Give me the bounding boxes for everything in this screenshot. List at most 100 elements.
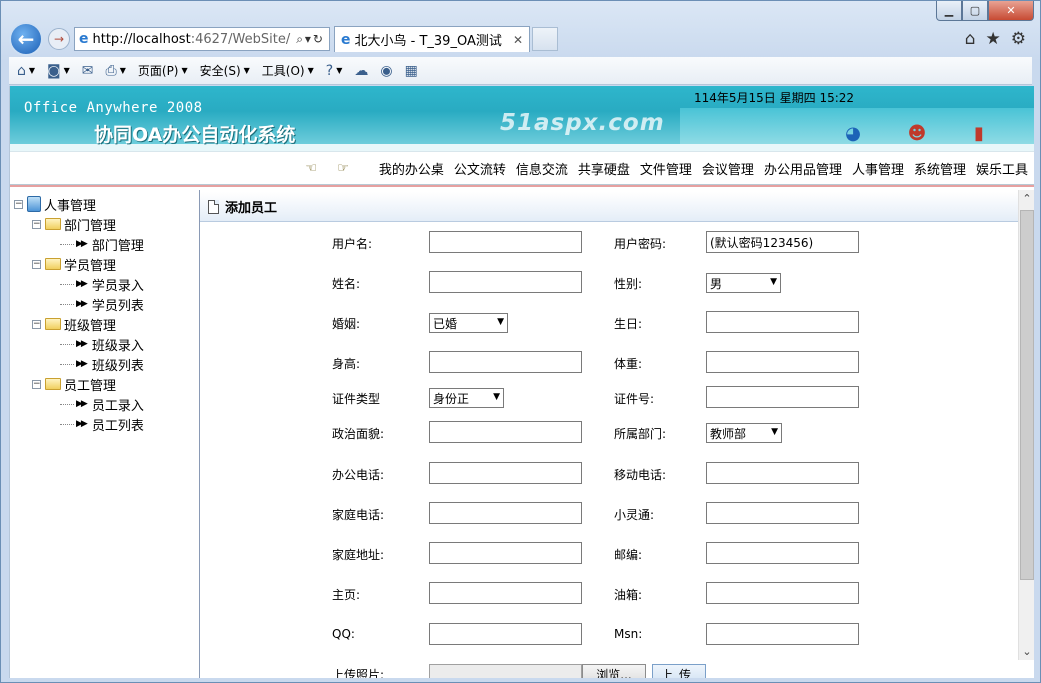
form-row: 上传照片: 浏览... 上传	[200, 662, 1019, 678]
nav-item-system[interactable]: 系统管理	[914, 159, 966, 178]
address-bar[interactable]: e http://localhost:4627/WebSite/ ⌕▾↻	[74, 27, 330, 51]
tree-group-class[interactable]: − 班级管理	[14, 314, 199, 334]
cmd-feeds[interactable]: ◙ ▼	[47, 63, 70, 79]
forward-button[interactable]: →	[48, 28, 70, 50]
page-viewport: Office Anywhere 2008 协同OA办公自动化系统 51aspx.…	[9, 86, 1034, 678]
birthday-input[interactable]	[706, 311, 859, 333]
tree-item-student-add[interactable]: ▶▶ 学员录入	[14, 274, 199, 294]
office-phone-input[interactable]	[429, 462, 582, 484]
hand-left-icon[interactable]: ☜	[306, 161, 318, 176]
qq-input[interactable]	[429, 623, 582, 645]
tab-close-icon[interactable]: ✕	[513, 33, 523, 47]
messenger-icon: ◉	[380, 62, 393, 79]
menu-tools[interactable]: 工具(O) ▼	[262, 62, 314, 79]
favorites-star-icon[interactable]: ★	[986, 29, 1001, 49]
upload-button[interactable]: 上传	[652, 664, 706, 678]
nav-item-fun[interactable]: 娱乐工具	[976, 159, 1028, 178]
nav-item-desk[interactable]: 我的办公桌	[379, 159, 444, 178]
tree-item-dept-manage[interactable]: ▶▶ 部门管理	[14, 234, 199, 254]
email-input[interactable]	[706, 582, 859, 604]
name-input[interactable]	[429, 271, 582, 293]
cmd-home[interactable]: ⌂ ▼	[17, 63, 35, 79]
phs-input[interactable]	[706, 502, 859, 524]
collapse-icon[interactable]: −	[32, 319, 41, 329]
password-input[interactable]	[706, 231, 859, 253]
cmd-mail[interactable]: ✉	[82, 63, 94, 79]
tree-group-student[interactable]: − 学员管理	[14, 254, 199, 274]
content-scrollbar[interactable]: ⌃ ⌄	[1018, 190, 1034, 660]
tree-group-staff[interactable]: − 员工管理	[14, 374, 199, 394]
scroll-thumb[interactable]	[1020, 210, 1034, 580]
zip-input[interactable]	[706, 542, 859, 564]
chevron-down-icon: ▼	[770, 277, 777, 287]
globe-user-icon[interactable]: ◕	[840, 120, 866, 146]
cmd-help[interactable]: ? ▼	[326, 63, 343, 79]
minimize-button[interactable]: ▁	[936, 1, 962, 21]
msn-input[interactable]	[706, 623, 859, 645]
nav-item-meeting[interactable]: 会议管理	[702, 159, 754, 178]
homepage-input[interactable]	[429, 582, 582, 604]
maximize-button[interactable]: ▢	[962, 1, 988, 21]
menu-page[interactable]: 页面(P) ▼	[138, 62, 188, 79]
collapse-icon[interactable]: −	[14, 199, 23, 209]
nav-item-hr[interactable]: 人事管理	[852, 159, 904, 178]
menu-safety[interactable]: 安全(S) ▼	[200, 62, 250, 79]
close-window-button[interactable]: ✕	[988, 1, 1034, 21]
collapse-icon[interactable]: −	[32, 379, 41, 389]
idno-input[interactable]	[706, 386, 859, 408]
politics-input[interactable]	[429, 421, 582, 443]
nav-item-supplies[interactable]: 办公用品管理	[764, 159, 842, 178]
photo-file-input[interactable]	[429, 664, 582, 678]
idtype-select[interactable]: 身份正 ▼	[429, 388, 504, 408]
tree-group-dept[interactable]: − 部门管理	[14, 214, 199, 234]
height-input[interactable]	[429, 351, 582, 373]
weight-input[interactable]	[706, 351, 859, 373]
cmd-extra[interactable]: ▦	[405, 63, 418, 79]
home-phone-input[interactable]	[429, 502, 582, 524]
nav-item-info[interactable]: 信息交流	[516, 159, 568, 178]
printer-icon: ⎙	[105, 62, 117, 79]
menu-tools-label: 工具(O)	[261, 64, 305, 78]
sex-select[interactable]: 男 ▼	[706, 273, 781, 293]
collapse-icon[interactable]: −	[32, 259, 41, 269]
collapse-icon[interactable]: −	[32, 219, 41, 229]
settings-gear-icon[interactable]: ⚙	[1011, 29, 1026, 49]
address-url[interactable]: http://localhost:4627/WebSite/	[93, 32, 293, 47]
double-arrow-icon: ▶▶	[76, 419, 88, 429]
cmd-messenger[interactable]: ◉	[380, 63, 392, 79]
chevron-down-icon: ▼	[63, 66, 70, 75]
hand-right-icon[interactable]: ☞	[337, 161, 349, 176]
tree-item-label: 学员录入	[91, 278, 144, 294]
nav-item-share[interactable]: 共享硬盘	[578, 159, 630, 178]
scroll-up-icon[interactable]: ⌃	[1019, 190, 1034, 207]
sex-label: 性别:	[614, 277, 643, 291]
tree-item-staff-list[interactable]: ▶▶ 员工列表	[14, 414, 199, 434]
exit-door-icon[interactable]: ▮	[966, 120, 992, 146]
tree-group-label: 部门管理	[64, 218, 117, 234]
browse-button[interactable]: 浏览...	[582, 664, 646, 678]
new-tab-button[interactable]	[532, 27, 558, 51]
search-refresh-icon[interactable]: ⌕▾↻	[296, 32, 325, 47]
users-icon[interactable]: ☻	[904, 120, 930, 146]
tree-item-class-add[interactable]: ▶▶ 班级录入	[14, 334, 199, 354]
username-input[interactable]	[429, 231, 582, 253]
browser-tab[interactable]: e 北大小鸟 - T_39_OA测试 ✕	[334, 26, 530, 52]
back-button[interactable]: ←	[9, 22, 43, 56]
tree-item-student-list[interactable]: ▶▶ 学员列表	[14, 294, 199, 314]
home-icon[interactable]: ⌂	[965, 29, 976, 49]
nav-item-files[interactable]: 文件管理	[640, 159, 692, 178]
cmd-print[interactable]: ⎙ ▼	[106, 63, 126, 79]
app-header: Office Anywhere 2008 协同OA办公自动化系统 51aspx.…	[10, 86, 1034, 151]
tree-item-staff-add[interactable]: ▶▶ 员工录入	[14, 394, 199, 414]
dept-select[interactable]: 教师部 ▼	[706, 423, 782, 443]
cmd-research[interactable]: ☁	[354, 63, 368, 79]
tree-item-class-list[interactable]: ▶▶ 班级列表	[14, 354, 199, 374]
address-input[interactable]	[429, 542, 582, 564]
marriage-select[interactable]: 已婚 ▼	[429, 313, 508, 333]
mail-icon: ✉	[81, 62, 94, 79]
nav-item-docflow[interactable]: 公文流转	[454, 159, 506, 178]
dept-value: 教师部	[710, 426, 747, 441]
scroll-down-icon[interactable]: ⌄	[1019, 643, 1034, 660]
tree-root[interactable]: − 人事管理	[14, 194, 199, 214]
mobile-input[interactable]	[706, 462, 859, 484]
